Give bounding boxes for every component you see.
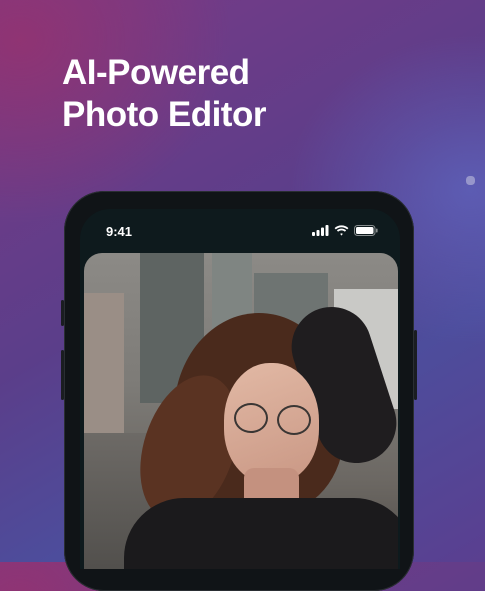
headline: AI-Powered Photo Editor <box>62 52 266 136</box>
decorative-speck <box>466 176 475 185</box>
wifi-icon <box>334 225 349 236</box>
photo-bg-block <box>84 293 124 443</box>
phone-screen: 9:41 <box>80 209 400 569</box>
photo-glasses <box>234 403 268 433</box>
cellular-signal-icon <box>312 225 329 236</box>
battery-icon <box>354 225 378 236</box>
status-bar: 9:41 <box>80 209 400 251</box>
photo-glasses <box>277 405 311 435</box>
status-time: 9:41 <box>106 224 133 239</box>
status-icons <box>312 225 378 236</box>
headline-line-2: Photo Editor <box>62 95 266 134</box>
photo-jacket <box>124 498 398 569</box>
headline-line-1: AI-Powered <box>62 53 250 92</box>
portrait-photo <box>84 253 398 569</box>
phone-power-button <box>414 330 417 400</box>
